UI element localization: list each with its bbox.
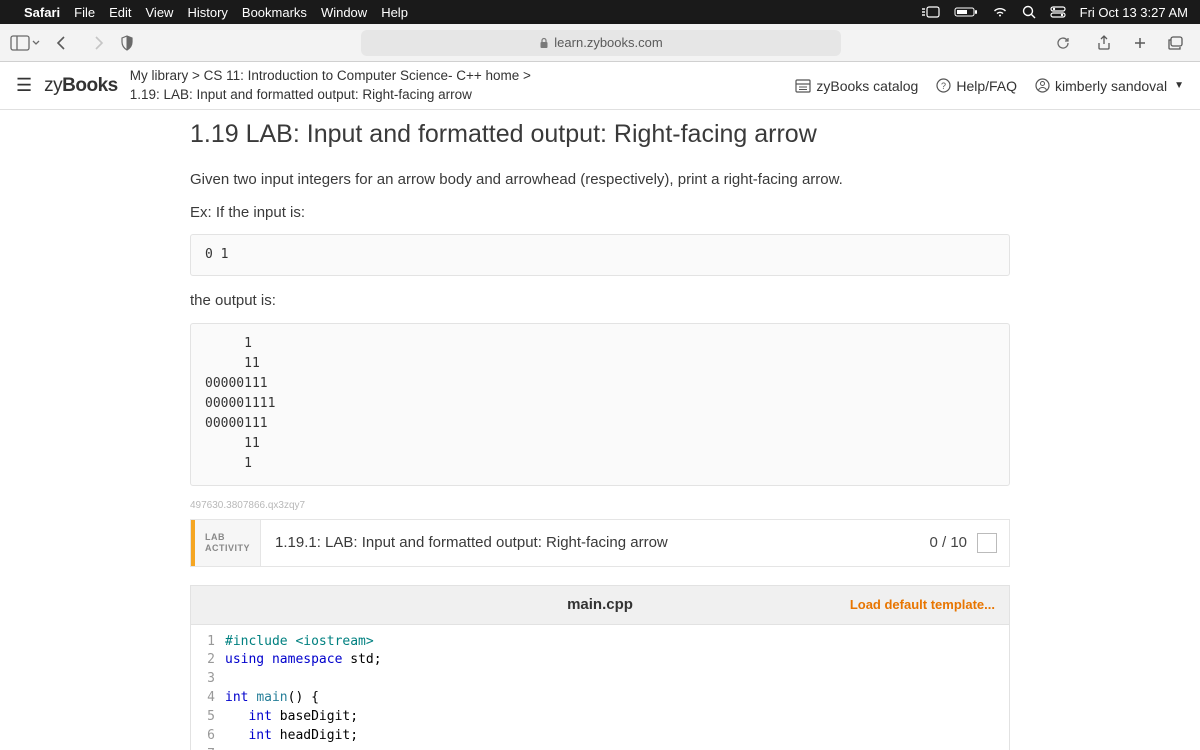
line-number: 6 — [191, 727, 225, 746]
battery-icon[interactable] — [954, 6, 978, 18]
menu-icon[interactable]: ☰ — [16, 75, 32, 96]
line-number: 4 — [191, 689, 225, 708]
input-example-box: 0 1 — [190, 234, 1010, 276]
code-line[interactable]: 6 int headDigit; — [191, 727, 1009, 746]
line-number: 2 — [191, 651, 225, 670]
code-line[interactable]: 1#include <iostream> — [191, 633, 1009, 652]
help-link[interactable]: ? Help/FAQ — [936, 78, 1017, 94]
wifi-icon[interactable] — [992, 6, 1008, 18]
output-example-box: 1 11 00000111 000001111 00000111 11 1 — [190, 323, 1010, 486]
filename-tab[interactable]: main.cpp — [567, 596, 633, 613]
user-menu[interactable]: kimberly sandoval ▼ — [1035, 78, 1184, 94]
lab-tag: LABACTIVITY — [195, 520, 261, 566]
menu-view[interactable]: View — [146, 5, 174, 20]
activity-id: 497630.3807866.qx3zqy7 — [190, 500, 1010, 511]
clock[interactable]: Fri Oct 13 3:27 AM — [1080, 5, 1188, 20]
catalog-icon — [795, 79, 811, 93]
lock-icon — [539, 37, 549, 49]
share-button[interactable] — [1090, 30, 1118, 56]
lab-activity-bar: LABACTIVITY 1.19.1: LAB: Input and forma… — [190, 519, 1010, 567]
chevron-down-icon: ▼ — [1174, 80, 1184, 91]
new-tab-button[interactable] — [1126, 30, 1154, 56]
code-line[interactable]: 7 — [191, 746, 1009, 750]
lab-title: 1.19.1: LAB: Input and formatted output:… — [261, 520, 917, 566]
mac-menubar: Safari File Edit View History Bookmarks … — [0, 0, 1200, 24]
load-template-link[interactable]: Load default template... — [850, 597, 1009, 612]
menu-window[interactable]: Window — [321, 5, 367, 20]
code-text: int main() { — [225, 689, 319, 708]
tabs-overview-button[interactable] — [1162, 30, 1190, 56]
user-icon — [1035, 78, 1050, 93]
help-icon: ? — [936, 78, 951, 93]
control-center-icon[interactable] — [1050, 6, 1066, 18]
menu-help[interactable]: Help — [381, 5, 408, 20]
menu-edit[interactable]: Edit — [109, 5, 131, 20]
code-text: using namespace std; — [225, 651, 382, 670]
sidebar-toggle[interactable] — [10, 35, 40, 51]
stage-manager-icon[interactable] — [922, 6, 940, 18]
privacy-shield-icon[interactable] — [120, 35, 146, 51]
line-number: 1 — [191, 633, 225, 652]
address-bar[interactable]: learn.zybooks.com — [361, 30, 841, 56]
menu-history[interactable]: History — [187, 5, 227, 20]
lab-score: 0 / 10 — [917, 520, 1009, 566]
line-number: 3 — [191, 670, 225, 689]
page-title: 1.19 LAB: Input and formatted output: Ri… — [190, 120, 1010, 149]
code-line[interactable]: 4int main() { — [191, 689, 1009, 708]
zybooks-logo[interactable]: zyBooks — [44, 75, 118, 97]
code-text: int headDigit; — [225, 727, 358, 746]
menu-file[interactable]: File — [74, 5, 95, 20]
svg-text:?: ? — [941, 81, 946, 91]
menu-bookmarks[interactable]: Bookmarks — [242, 5, 307, 20]
safari-toolbar: learn.zybooks.com — [0, 24, 1200, 62]
url-text: learn.zybooks.com — [554, 35, 662, 50]
app-name[interactable]: Safari — [24, 5, 60, 20]
code-editor: main.cpp Load default template... 1#incl… — [190, 585, 1010, 750]
editor-body[interactable]: 1#include <iostream>2using namespace std… — [190, 625, 1010, 750]
page-content: 1.19 LAB: Input and formatted output: Ri… — [0, 110, 1200, 750]
chevron-down-icon — [32, 39, 40, 47]
editor-tab-bar: main.cpp Load default template... — [190, 585, 1010, 625]
catalog-link[interactable]: zyBooks catalog — [795, 78, 918, 94]
back-button[interactable] — [48, 30, 76, 56]
code-text: #include <iostream> — [225, 633, 374, 652]
line-number: 5 — [191, 708, 225, 727]
reload-button[interactable] — [1056, 36, 1082, 50]
output-label: the output is: — [190, 290, 1010, 313]
code-line[interactable]: 2using namespace std; — [191, 651, 1009, 670]
score-box-icon — [977, 533, 997, 553]
search-icon[interactable] — [1022, 5, 1036, 19]
code-line[interactable]: 5 int baseDigit; — [191, 708, 1009, 727]
code-text: int baseDigit; — [225, 708, 358, 727]
breadcrumb[interactable]: My library > CS 11: Introduction to Comp… — [130, 67, 531, 105]
forward-button — [84, 30, 112, 56]
zybooks-header: ☰ zyBooks My library > CS 11: Introducti… — [0, 62, 1200, 110]
example-label: Ex: If the input is: — [190, 202, 1010, 225]
code-line[interactable]: 3 — [191, 670, 1009, 689]
description-text: Given two input integers for an arrow bo… — [190, 169, 1010, 192]
line-number: 7 — [191, 746, 225, 750]
